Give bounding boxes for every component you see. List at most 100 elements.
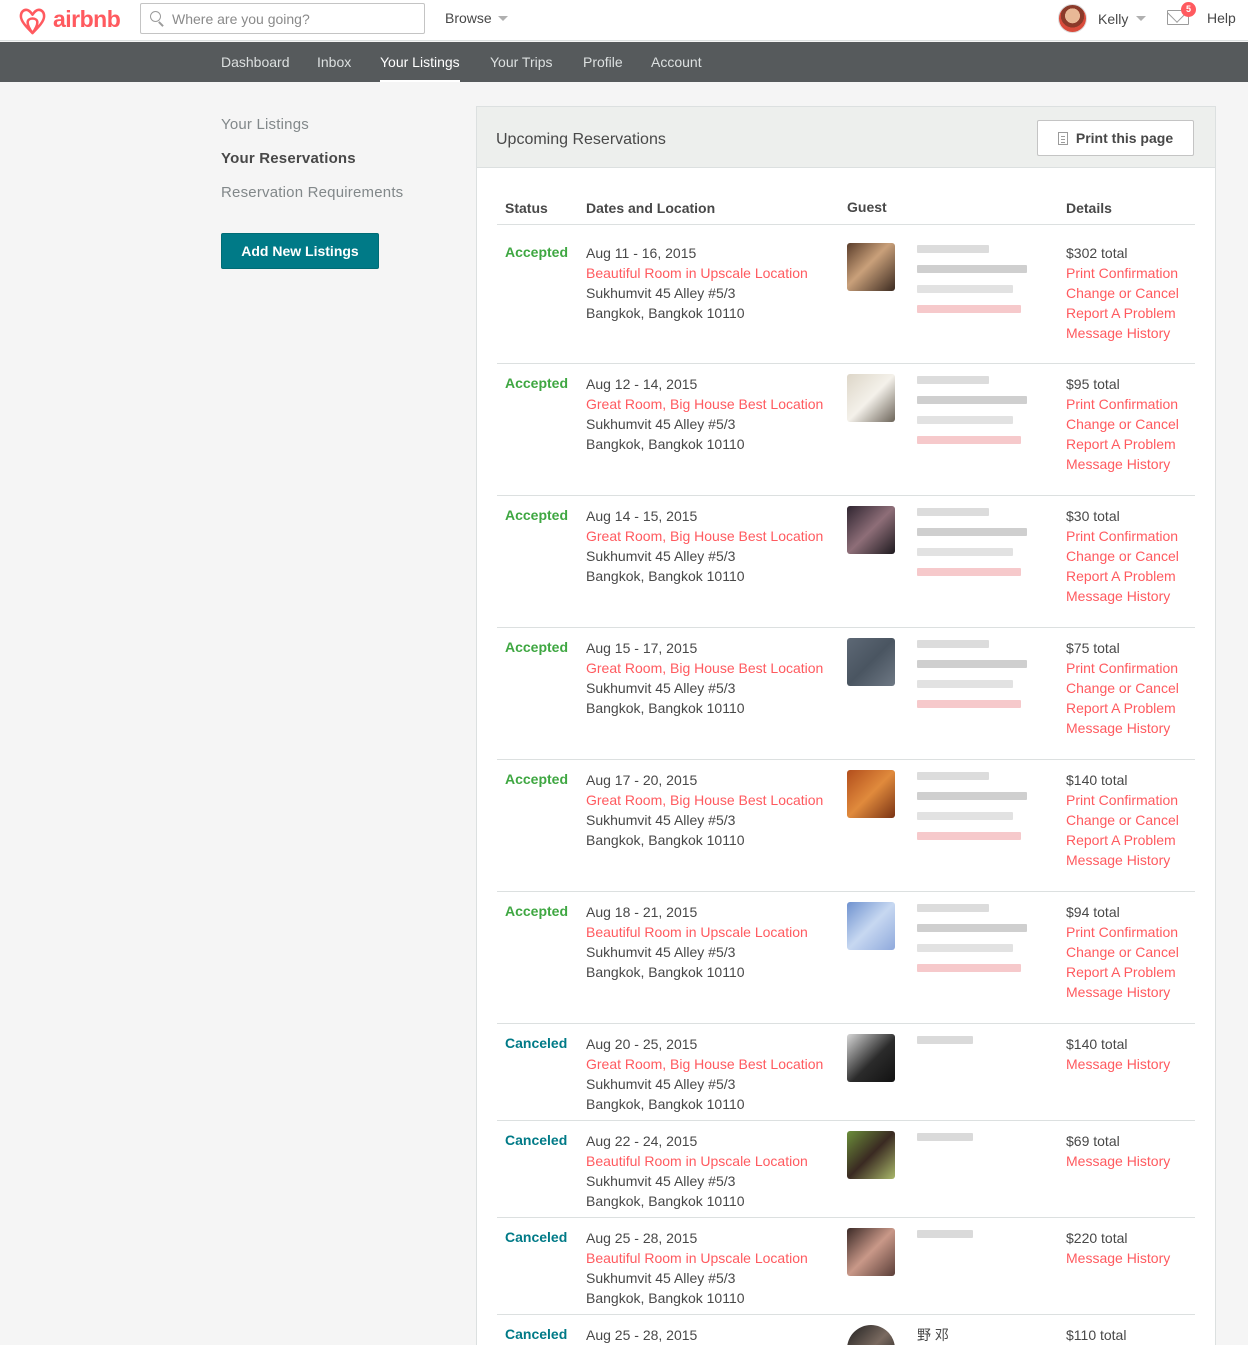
guest-info-redacted: [917, 904, 1027, 984]
search-input[interactable]: [172, 10, 412, 27]
guest-avatar[interactable]: [847, 1131, 895, 1179]
message-history-link[interactable]: Message History: [1066, 1151, 1170, 1171]
add-new-listings-button[interactable]: Add New Listings: [221, 233, 379, 269]
listing-street: Sukhumvit 45 Alley #5/3: [586, 680, 736, 696]
tab-profile[interactable]: Profile: [583, 54, 623, 70]
listing-city: Bangkok, Bangkok 10110: [586, 1290, 745, 1306]
guest-avatar[interactable]: [847, 1228, 895, 1276]
listing-city: Bangkok, Bangkok 10110: [586, 436, 745, 452]
sidebar-item-your-reservations[interactable]: Your Reservations: [221, 150, 356, 167]
tab-your-listings[interactable]: Your Listings: [380, 54, 460, 82]
guest-avatar[interactable]: [847, 1034, 895, 1082]
change-or-cancel-link[interactable]: Change or Cancel: [1066, 942, 1179, 962]
listing-link[interactable]: Beautiful Room in Upscale Location: [586, 263, 808, 283]
reservations-panel: Upcoming Reservations Print this page St…: [476, 106, 1216, 1345]
header-divider: [497, 224, 1195, 225]
listing-city: Bangkok, Bangkok 10110: [586, 1096, 745, 1112]
listing-city: Bangkok, Bangkok 10110: [586, 832, 745, 848]
listing-city: Bangkok, Bangkok 10110: [586, 1193, 745, 1209]
guest-avatar[interactable]: [847, 902, 895, 950]
listing-link[interactable]: Beautiful Room in Upscale Location: [586, 1248, 808, 1268]
message-history-link[interactable]: Message History: [1066, 718, 1179, 738]
panel-title: Upcoming Reservations: [496, 131, 666, 148]
change-or-cancel-link[interactable]: Change or Cancel: [1066, 414, 1179, 434]
status-badge: Accepted: [505, 771, 569, 787]
listing-street: Sukhumvit 45 Alley #5/3: [586, 1270, 736, 1286]
change-or-cancel-link[interactable]: Change or Cancel: [1066, 283, 1179, 303]
print-confirmation-link[interactable]: Print Confirmation: [1066, 394, 1179, 414]
reservation-total: $220 total: [1066, 1230, 1128, 1246]
guest-avatar[interactable]: [847, 506, 895, 554]
reservation-dates: Aug 11 - 16, 2015: [586, 245, 697, 261]
report-a-problem-link[interactable]: Report A Problem: [1066, 830, 1179, 850]
listing-link[interactable]: Great Room, Big House Best Location: [586, 394, 823, 414]
dates-location: Aug 11 - 16, 2015 Beautiful Room in Upsc…: [586, 243, 808, 323]
listing-city: Bangkok, Bangkok 10110: [586, 305, 745, 321]
dates-location: Aug 25 - 28, 2015 Beautiful Room in Upsc…: [586, 1228, 808, 1308]
change-or-cancel-link[interactable]: Change or Cancel: [1066, 810, 1179, 830]
message-history-link[interactable]: Message History: [1066, 1248, 1170, 1268]
report-a-problem-link[interactable]: Report A Problem: [1066, 962, 1179, 982]
listing-link[interactable]: Beautiful Room in Upscale Location: [586, 1151, 808, 1171]
search-box[interactable]: [140, 3, 425, 34]
guest-avatar[interactable]: [847, 770, 895, 818]
tab-account[interactable]: Account: [651, 54, 702, 70]
user-menu[interactable]: Kelly: [1058, 4, 1147, 33]
sidebar-item-your-listings[interactable]: Your Listings: [221, 116, 309, 133]
guest-avatar[interactable]: [847, 374, 895, 422]
airbnb-logo[interactable]: airbnb: [17, 3, 121, 36]
sidebar-item-reservation-requirements[interactable]: Reservation Requirements: [221, 184, 403, 201]
dates-location: Aug 20 - 25, 2015 Great Room, Big House …: [586, 1034, 823, 1114]
print-confirmation-link[interactable]: Print Confirmation: [1066, 526, 1179, 546]
print-confirmation-link[interactable]: Print Confirmation: [1066, 790, 1179, 810]
print-confirmation-link[interactable]: Print Confirmation: [1066, 922, 1179, 942]
print-confirmation-link[interactable]: Print Confirmation: [1066, 658, 1179, 678]
help-link[interactable]: Help: [1207, 10, 1236, 26]
listing-link[interactable]: Great Room, Big House Best Location: [586, 658, 823, 678]
listing-street: Sukhumvit 45 Alley #5/3: [586, 416, 736, 432]
tab-dashboard[interactable]: Dashboard: [221, 54, 290, 70]
listing-link[interactable]: Beautiful Room in Upscale Location: [586, 922, 808, 942]
tab-your-trips[interactable]: Your Trips: [490, 54, 553, 70]
report-a-problem-link[interactable]: Report A Problem: [1066, 698, 1179, 718]
reservation-total: $75 total: [1066, 640, 1120, 656]
tab-inbox[interactable]: Inbox: [317, 54, 351, 70]
reservation-total: $140 total: [1066, 1036, 1128, 1052]
print-confirmation-link[interactable]: Print Confirmation: [1066, 263, 1179, 283]
reservation-total: $140 total: [1066, 772, 1128, 788]
browse-menu[interactable]: Browse: [445, 10, 508, 26]
reservation-details: $69 total Message History: [1066, 1131, 1170, 1171]
dates-location: Aug 18 - 21, 2015 Beautiful Room in Upsc…: [586, 902, 808, 982]
guest-name[interactable]: 野 邓: [917, 1325, 949, 1345]
top-header: airbnb Browse Kelly 5 Help: [0, 0, 1248, 41]
message-history-link[interactable]: Message History: [1066, 323, 1179, 343]
guest-avatar[interactable]: [847, 638, 895, 686]
change-or-cancel-link[interactable]: Change or Cancel: [1066, 546, 1179, 566]
listing-street: Sukhumvit 45 Alley #5/3: [586, 1076, 736, 1092]
message-history-link[interactable]: Message History: [1066, 586, 1179, 606]
listing-link[interactable]: Great Room, Big House Best Location: [586, 790, 823, 810]
reservation-details: $140 total Message History: [1066, 1034, 1170, 1074]
report-a-problem-link[interactable]: Report A Problem: [1066, 566, 1179, 586]
guest-info-redacted: [917, 1036, 973, 1056]
reservation-details: $75 total Print Confirmation Change or Can…: [1066, 638, 1179, 738]
guest-avatar[interactable]: [847, 243, 895, 291]
change-or-cancel-link[interactable]: Change or Cancel: [1066, 678, 1179, 698]
guest-info-redacted: [917, 772, 1027, 852]
dates-location: Aug 25 - 28, 2015 Great Room, Big House …: [586, 1325, 823, 1345]
print-page-button[interactable]: Print this page: [1037, 120, 1194, 156]
sub-navigation: Dashboard Inbox Your Listings Your Trips…: [0, 42, 1248, 82]
guest-info-redacted: [917, 640, 1027, 720]
row-divider: [497, 1217, 1195, 1218]
report-a-problem-link[interactable]: Report A Problem: [1066, 303, 1179, 323]
message-history-link[interactable]: Message History: [1066, 850, 1179, 870]
listing-link[interactable]: Great Room, Big House Best Location: [586, 526, 823, 546]
avatar: [1058, 4, 1087, 33]
listing-link[interactable]: Great Room, Big House Best Location: [586, 1054, 823, 1074]
message-history-link[interactable]: Message History: [1066, 454, 1179, 474]
message-history-link[interactable]: Message History: [1066, 982, 1179, 1002]
message-history-link[interactable]: Message History: [1066, 1054, 1170, 1074]
guest-avatar[interactable]: [847, 1325, 895, 1345]
report-a-problem-link[interactable]: Report A Problem: [1066, 434, 1179, 454]
listing-city: Bangkok, Bangkok 10110: [586, 700, 745, 716]
